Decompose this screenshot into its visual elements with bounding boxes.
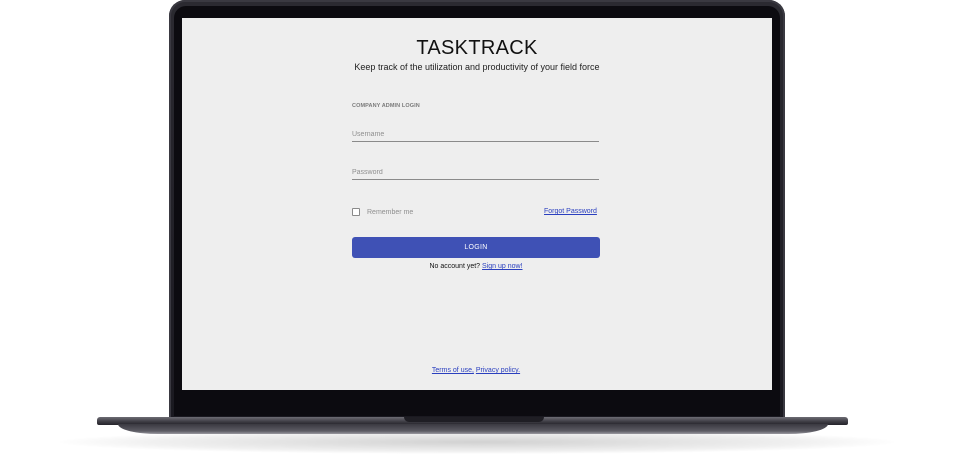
- app-title: TASKTRACK: [416, 37, 538, 59]
- remember-me-checkbox[interactable]: [352, 208, 360, 216]
- laptop-mockup: TASKTRACK Keep track of the utilization …: [0, 0, 954, 460]
- login-screen: TASKTRACK Keep track of the utilization …: [182, 18, 772, 390]
- login-button[interactable]: LOGIN: [352, 237, 600, 258]
- login-section-label: COMPANY ADMIN LOGIN: [352, 103, 420, 109]
- password-input[interactable]: [352, 165, 599, 180]
- laptop-base-edge: [118, 424, 828, 434]
- remember-me-row[interactable]: Remember me: [352, 208, 413, 216]
- signup-link[interactable]: Sign up now!: [482, 263, 522, 270]
- laptop-hinge-notch: [404, 417, 544, 422]
- forgot-password-link[interactable]: Forgot Password: [544, 208, 597, 215]
- signup-prompt: No account yet?: [429, 263, 481, 270]
- footer-links: Terms of use, Privacy policy.: [182, 367, 770, 374]
- signup-row: No account yet? Sign up now!: [182, 263, 770, 270]
- app-tagline: Keep track of the utilization and produc…: [354, 62, 600, 72]
- privacy-policy-link[interactable]: Privacy policy.: [476, 367, 520, 374]
- username-input[interactable]: [352, 127, 599, 142]
- remember-me-label: Remember me: [367, 208, 414, 216]
- terms-of-use-link[interactable]: Terms of use,: [432, 367, 474, 374]
